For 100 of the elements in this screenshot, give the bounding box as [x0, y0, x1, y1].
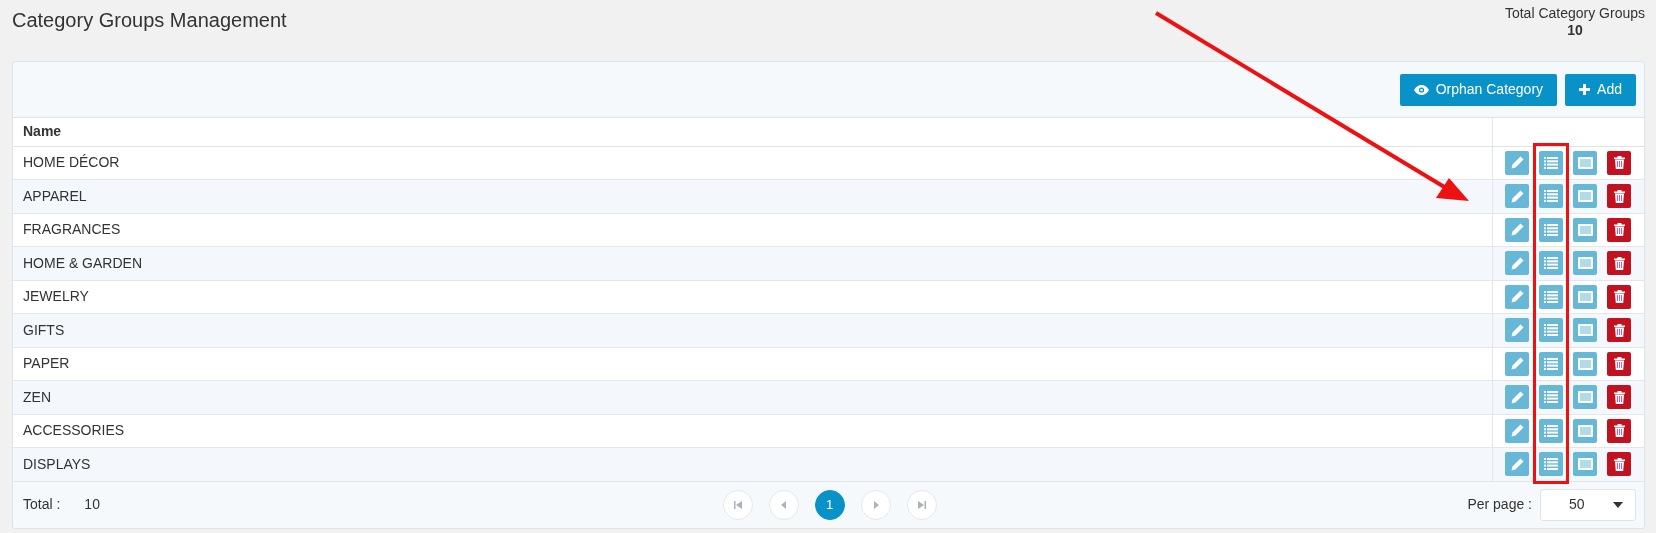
list-button[interactable] [1539, 452, 1564, 477]
pencil-icon [1510, 290, 1524, 304]
delete-button[interactable] [1607, 284, 1632, 309]
eye-icon [1413, 84, 1429, 95]
list-icon [1544, 458, 1559, 471]
trash-icon [1613, 357, 1625, 371]
trash-icon [1613, 256, 1625, 270]
list-icon [1544, 156, 1559, 169]
document-icon [1577, 357, 1593, 370]
details-button[interactable] [1573, 452, 1598, 477]
edit-button[interactable] [1505, 150, 1530, 175]
edit-button[interactable] [1505, 452, 1530, 477]
edit-button[interactable] [1505, 318, 1530, 343]
edit-button[interactable] [1505, 284, 1530, 309]
edit-button[interactable] [1505, 418, 1530, 443]
table-cell: GIFTS [13, 313, 1492, 347]
pencil-icon [1510, 323, 1524, 337]
list-button[interactable] [1539, 351, 1564, 376]
list-icon [1544, 324, 1559, 337]
next-page-button[interactable] [860, 489, 891, 520]
document-icon [1577, 257, 1593, 270]
column-header: Name [13, 118, 1492, 146]
document-icon [1577, 190, 1593, 203]
list-button[interactable] [1539, 418, 1564, 443]
table-cell: JEWELRY [13, 280, 1492, 314]
delete-button[interactable] [1607, 150, 1632, 175]
table-cell: ACCESSORIES [13, 414, 1492, 448]
left-triangle-icon [732, 500, 743, 509]
trash-icon [1613, 189, 1625, 203]
pencil-icon [1510, 256, 1524, 270]
details-button[interactable] [1573, 418, 1598, 443]
page-button[interactable]: 1 [814, 489, 845, 520]
table-cell: PAPER [13, 347, 1492, 381]
delete-button[interactable] [1607, 251, 1632, 276]
pencil-icon [1510, 457, 1524, 471]
document-icon [1577, 324, 1593, 337]
pencil-icon [1510, 156, 1524, 170]
list-button[interactable] [1539, 385, 1564, 410]
page-title: Category Groups Management [12, 8, 287, 33]
plus-icon [1579, 84, 1591, 95]
delete-button[interactable] [1607, 184, 1632, 209]
trash-icon [1613, 323, 1625, 337]
trash-icon [1613, 424, 1625, 438]
details-button[interactable] [1573, 251, 1598, 276]
delete-button[interactable] [1607, 217, 1632, 242]
table-cell: HOME & GARDEN [13, 246, 1492, 280]
list-icon [1544, 391, 1559, 404]
summary-label: Total Category Groups [1504, 5, 1645, 22]
details-button[interactable] [1573, 184, 1598, 209]
edit-button[interactable] [1505, 217, 1530, 242]
document-icon [1577, 223, 1593, 236]
document-icon [1577, 458, 1593, 471]
trash-icon [1613, 223, 1625, 237]
delete-button[interactable] [1607, 351, 1632, 376]
list-icon [1544, 357, 1559, 370]
document-icon [1577, 424, 1593, 437]
per-page-label: Per page : [1467, 495, 1532, 514]
orphan-category-button[interactable]: Orphan Category [1399, 73, 1558, 106]
list-button[interactable] [1539, 184, 1564, 209]
trash-icon [1613, 290, 1625, 304]
document-icon [1577, 391, 1593, 404]
table-cell: APPAREL [13, 179, 1492, 213]
right-triangle-icon [916, 500, 927, 509]
list-icon [1544, 257, 1559, 270]
delete-button[interactable] [1607, 385, 1632, 410]
edit-button[interactable] [1505, 251, 1530, 276]
pencil-icon [1510, 223, 1524, 237]
trash-icon [1613, 457, 1625, 471]
per-page-select[interactable]: 50 [1540, 488, 1636, 521]
document-icon [1577, 156, 1593, 169]
pencil-icon [1510, 357, 1524, 371]
delete-button[interactable] [1607, 452, 1632, 477]
previous-page-button[interactable] [768, 489, 799, 520]
pencil-icon [1510, 189, 1524, 203]
details-button[interactable] [1573, 150, 1598, 175]
details-button[interactable] [1573, 318, 1598, 343]
pencil-icon [1510, 424, 1524, 438]
list-button[interactable] [1539, 284, 1564, 309]
list-button[interactable] [1539, 217, 1564, 242]
list-button[interactable] [1539, 318, 1564, 343]
table-cell: FRAGRANCES [13, 213, 1492, 247]
caret-icon [1613, 501, 1623, 508]
delete-button[interactable] [1607, 418, 1632, 443]
details-button[interactable] [1573, 217, 1598, 242]
details-button[interactable] [1573, 385, 1598, 410]
delete-button[interactable] [1607, 318, 1632, 343]
edit-button[interactable] [1505, 385, 1530, 410]
list-button[interactable] [1539, 150, 1564, 175]
edit-button[interactable] [1505, 184, 1530, 209]
list-icon [1544, 290, 1559, 303]
first-page-button[interactable] [722, 489, 753, 520]
details-button[interactable] [1573, 284, 1598, 309]
summary-count: 10 [1566, 21, 1584, 39]
table-cell: HOME DÉCOR [13, 146, 1492, 180]
list-button[interactable] [1539, 251, 1564, 276]
edit-button[interactable] [1505, 351, 1530, 376]
add-button[interactable]: Add [1565, 73, 1636, 106]
last-page-button[interactable] [906, 489, 937, 520]
pencil-icon [1510, 390, 1524, 404]
details-button[interactable] [1573, 351, 1598, 376]
